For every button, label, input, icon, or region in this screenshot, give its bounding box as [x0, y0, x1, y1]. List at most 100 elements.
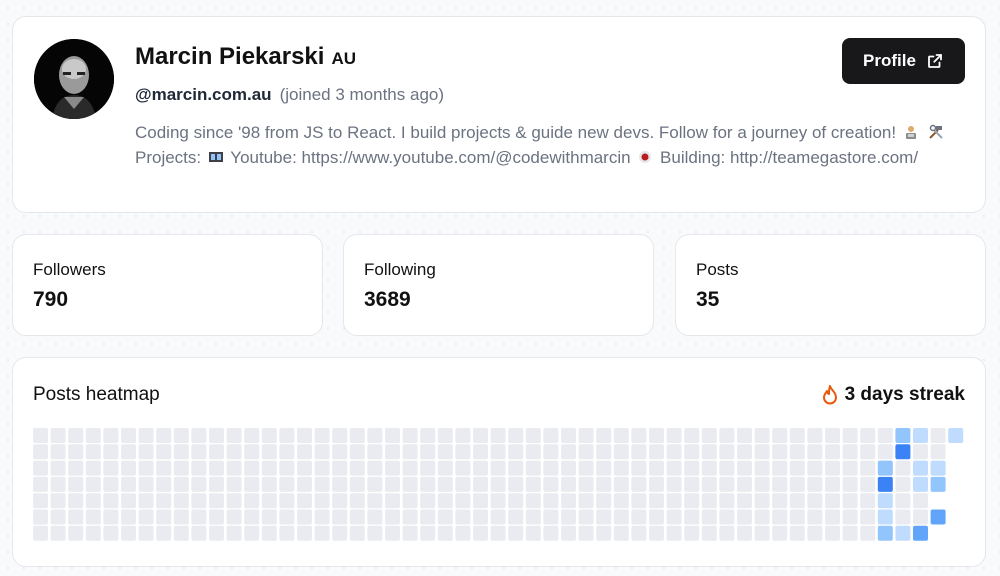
heatmap-cell: [261, 444, 277, 460]
heatmap-cell: [561, 525, 576, 541]
heatmap-cell: [367, 493, 383, 509]
heatmap-cell: [332, 476, 348, 492]
heatmap-cell: [156, 476, 172, 492]
heatmap-cell: [825, 525, 840, 541]
heatmap-cell: [297, 493, 312, 509]
heatmap-cell: [279, 525, 295, 541]
streak-label: 3 days streak: [844, 384, 965, 405]
heatmap-cell: [789, 525, 805, 541]
profile-handle: @marcin.com.au: [135, 85, 272, 104]
heatmap-cell: [613, 460, 629, 476]
profile-button[interactable]: Profile: [842, 38, 965, 84]
heatmap-cell: [209, 509, 224, 525]
heatmap-cell: [173, 476, 189, 492]
heatmap-cell: [490, 428, 506, 443]
heatmap-cell: [297, 428, 312, 443]
heatmap-cell: [561, 493, 576, 509]
heatmap-cell: [913, 493, 928, 509]
heatmap-cell: [490, 476, 506, 492]
heatmap-cell: [85, 428, 101, 443]
heatmap-cell: [490, 525, 506, 541]
heatmap-cell: [85, 444, 101, 460]
heatmap-cell: [666, 476, 682, 492]
heatmap-cell: [666, 444, 682, 460]
heatmap-cell: [807, 460, 823, 476]
heatmap-cell: [437, 493, 453, 509]
following-value: 3689: [364, 288, 411, 311]
following-stat-card: Following 3689: [343, 234, 654, 336]
heatmap-cell: [525, 493, 541, 509]
heatmap-cell: [138, 493, 154, 509]
heatmap-cell: [649, 444, 664, 460]
profile-button-label: Profile: [863, 51, 916, 70]
heatmap-cell: [631, 460, 647, 476]
heatmap-cell: [525, 428, 541, 443]
heatmap-cell: [860, 493, 876, 509]
heatmap-cell: [772, 460, 788, 476]
heatmap-cell: [930, 444, 946, 460]
heatmap-cell: [191, 525, 207, 541]
handle-row: @marcin.com.au (joined 3 months ago): [135, 85, 444, 105]
followers-label: Followers: [33, 260, 106, 279]
heatmap-cell: [455, 444, 471, 460]
streak-indicator: 3 days streak: [822, 384, 965, 406]
heatmap-cell: [297, 460, 312, 476]
heatmap-cell: [473, 509, 488, 525]
heatmap-cell: [561, 509, 576, 525]
heatmap-cell: [860, 509, 876, 525]
heatmap-cell: [244, 476, 260, 492]
heatmap-cell: [860, 444, 876, 460]
heatmap-cell: [261, 509, 277, 525]
bio-text-projects: Projects:: [135, 148, 202, 167]
heatmap-cell: [314, 509, 330, 525]
heatmap-cell: [807, 476, 823, 492]
following-label: Following: [364, 260, 436, 279]
heatmap-cell: [138, 476, 154, 492]
heatmap-cell: [895, 525, 911, 541]
heatmap-cell: [842, 509, 858, 525]
heatmap-cell: [666, 493, 682, 509]
heatmap-cell: [367, 460, 383, 476]
heatmap-cell: [684, 476, 700, 492]
heatmap-cell: [33, 509, 48, 525]
heatmap-cell: [825, 476, 840, 492]
heatmap-cell: [754, 509, 770, 525]
heatmap-cell: [913, 428, 928, 443]
heatmap-cell: [490, 493, 506, 509]
heatmap-cell: [244, 509, 260, 525]
heatmap-cell: [332, 525, 348, 541]
heatmap-cell: [596, 509, 612, 525]
heatmap-cell: [930, 460, 946, 476]
heatmap-cell: [825, 444, 840, 460]
heatmap-cell: [877, 525, 893, 541]
heatmap-cell: [226, 525, 242, 541]
heatmap-cell: [895, 428, 911, 443]
heatmap-cell: [930, 476, 946, 492]
heatmap-cell: [455, 509, 471, 525]
heatmap-cell: [737, 509, 752, 525]
heatmap-cell: [895, 493, 911, 509]
heatmap-cell: [68, 444, 84, 460]
avatar: [34, 39, 114, 119]
heatmap-cell: [613, 525, 629, 541]
heatmap-cell: [385, 428, 400, 443]
heatmap-cell: [455, 525, 471, 541]
heatmap-cell: [490, 460, 506, 476]
heatmap-cell: [719, 444, 735, 460]
bio-text-intro: Coding since '98 from JS to React. I bui…: [135, 123, 897, 142]
heatmap-cell: [525, 444, 541, 460]
heatmap-cell: [68, 460, 84, 476]
heatmap-cell: [103, 428, 119, 443]
heatmap-cell: [701, 444, 717, 460]
heatmap-cell: [156, 509, 172, 525]
heatmap-cell: [684, 493, 700, 509]
heatmap-cell: [68, 476, 84, 492]
heatmap-cell: [578, 428, 594, 443]
heatmap-cell: [209, 493, 224, 509]
heatmap-cell: [719, 476, 735, 492]
heatmap-cell: [385, 444, 400, 460]
heatmap-cell: [297, 476, 312, 492]
heatmap-cell: [789, 460, 805, 476]
heatmap-cell: [33, 428, 48, 443]
heatmap-cell: [754, 460, 770, 476]
